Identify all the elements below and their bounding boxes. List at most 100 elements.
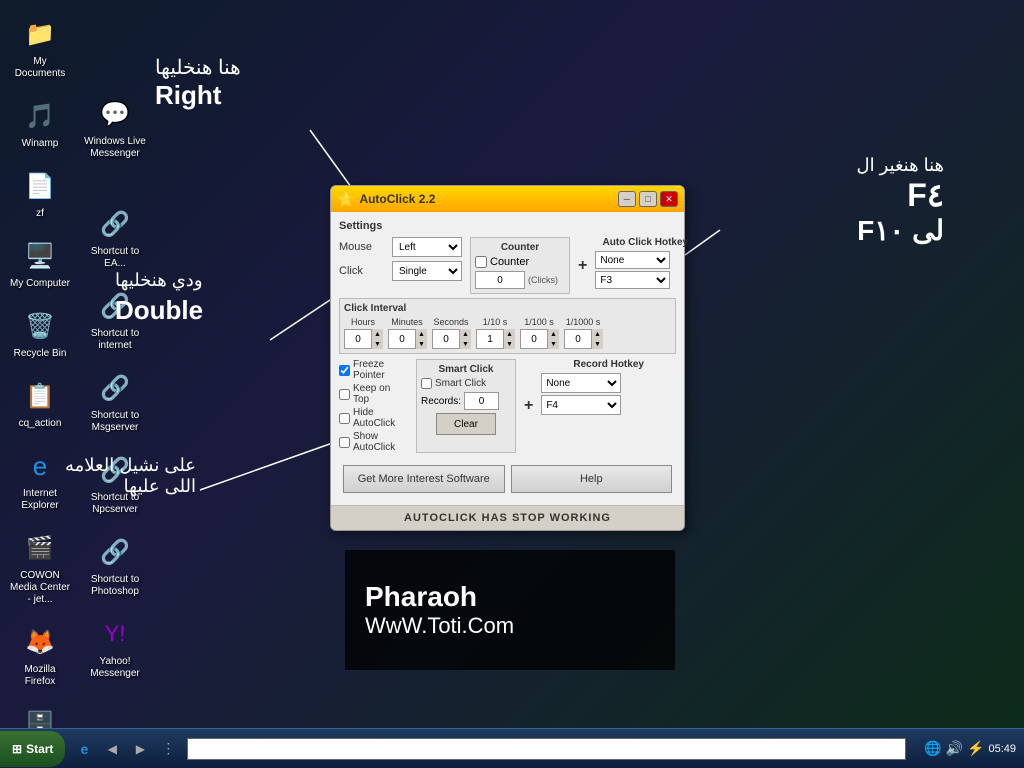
- annotation-check-line2: اللى عليها: [65, 476, 196, 497]
- help-button[interactable]: Help: [511, 465, 673, 493]
- keep-on-top-checkbox[interactable]: [339, 389, 350, 400]
- mouse-select[interactable]: Left: [392, 237, 462, 257]
- annotation-f4-arabic: هنا هنغير ال: [857, 155, 944, 176]
- shortcut-photoshop-icon: 🔗: [95, 532, 135, 572]
- hotkey-select2[interactable]: F3: [595, 271, 670, 289]
- minutes-down[interactable]: ▼: [415, 339, 427, 349]
- seconds-up[interactable]: ▲: [459, 329, 471, 339]
- taskbar-nav-dots[interactable]: ⋮: [154, 735, 182, 763]
- counter-input-row: (Clicks): [475, 271, 565, 289]
- taskbar-address-bar[interactable]: [187, 738, 906, 760]
- record-hotkey-select2[interactable]: F4: [541, 395, 621, 415]
- freeze-pointer-label: Freeze Pointer: [353, 359, 408, 381]
- thousandth-spinner: ▲ ▼: [564, 329, 602, 349]
- icon-navicat[interactable]: 🗄️ Navicat for MySQL: [5, 700, 75, 728]
- stop-working-bar[interactable]: AUTOCLICK HAS STOP WORKING: [331, 505, 684, 530]
- hotkey-select1[interactable]: None: [595, 251, 670, 269]
- seconds-input[interactable]: [433, 330, 459, 348]
- thousandth-label: 1/1000 s: [566, 317, 601, 327]
- close-button[interactable]: ✕: [660, 191, 678, 207]
- interval-cols: Hours ▲ ▼ Minutes: [344, 317, 671, 349]
- counter-unit: (Clicks): [528, 275, 558, 285]
- watermark-url: WwW.Toti.Com: [365, 613, 514, 639]
- get-more-button[interactable]: Get More Interest Software: [343, 465, 505, 493]
- seconds-label: Seconds: [433, 317, 468, 327]
- taskbar-items: e ◀ ▶ ⋮: [65, 735, 916, 763]
- window-body: Settings Mouse Left Click Single: [331, 212, 684, 505]
- icon-shortcut-ea[interactable]: 🔗 Shortcut to EA...: [80, 200, 150, 274]
- hundredth-input[interactable]: [521, 330, 547, 348]
- taskbar-nav-right[interactable]: ▶: [126, 735, 154, 763]
- keep-on-top-row: Keep on Top: [339, 383, 408, 405]
- annotation-check-line1: على نشيل العلامه: [65, 455, 196, 476]
- show-autoclick-checkbox[interactable]: [339, 437, 350, 448]
- icon-firefox[interactable]: 🦊 Mozilla Firefox: [5, 618, 75, 692]
- counter-row: Counter: [475, 256, 565, 268]
- tenth-input[interactable]: [477, 330, 503, 348]
- icon-recycle-bin[interactable]: 🗑️ Recycle Bin: [5, 302, 75, 364]
- window-title-text: AutoClick 2.2: [359, 192, 435, 206]
- click-label: Click: [339, 265, 384, 277]
- hotkey-row2: F3: [595, 271, 695, 289]
- icon-yahoo-messenger[interactable]: Y! Yahoo! Messenger: [80, 610, 150, 684]
- record-hotkey-select1[interactable]: None: [541, 373, 621, 393]
- minimize-button[interactable]: ─: [618, 191, 636, 207]
- thousandth-down[interactable]: ▼: [591, 339, 603, 349]
- icon-shortcut-msgserver[interactable]: 🔗 Shortcut to Msgserver: [80, 364, 150, 438]
- checkboxes-col: Freeze Pointer Keep on Top Hide AutoClic…: [339, 359, 408, 453]
- hours-up[interactable]: ▲: [371, 329, 383, 339]
- hours-input[interactable]: [345, 330, 371, 348]
- shortcut-internet-label: Shortcut to internet: [84, 328, 146, 352]
- hours-spinbtns: ▲ ▼: [371, 329, 383, 349]
- clear-button[interactable]: Clear: [436, 413, 496, 435]
- freeze-pointer-checkbox[interactable]: [339, 365, 350, 376]
- taskbar-ie-button[interactable]: e: [70, 735, 98, 763]
- records-input[interactable]: [464, 392, 499, 410]
- autoclick-title-icon: ⭐: [337, 191, 354, 208]
- thousandth-input[interactable]: [565, 330, 591, 348]
- icon-winamp[interactable]: 🎵 Winamp: [5, 92, 75, 154]
- start-button[interactable]: ⊞ Start: [0, 731, 65, 767]
- minutes-up[interactable]: ▲: [415, 329, 427, 339]
- icon-zf[interactable]: 📄 zf: [5, 162, 75, 224]
- tray-volume-icon[interactable]: 🔊: [946, 740, 963, 757]
- maximize-button[interactable]: □: [639, 191, 657, 207]
- counter-checkbox[interactable]: [475, 256, 487, 268]
- thousandth-up[interactable]: ▲: [591, 329, 603, 339]
- counter-section: Counter Counter (Clicks): [470, 237, 570, 294]
- smart-click-checkbox[interactable]: [421, 378, 432, 389]
- mouse-label: Mouse: [339, 241, 384, 253]
- desktop: 📁 My Documents 🎵 Winamp 📄 zf 🖥️ My Compu…: [0, 0, 1024, 728]
- shortcut-ea-label: Shortcut to EA...: [84, 246, 146, 270]
- seconds-spinbtns: ▲ ▼: [459, 329, 471, 349]
- tray-battery-icon[interactable]: ⚡: [967, 740, 984, 757]
- systray: 🌐 🔊 ⚡ 05:49: [916, 740, 1024, 757]
- annotation-f4-key2: لى F١٠: [857, 214, 944, 247]
- plus-separator: +: [578, 237, 587, 294]
- tray-network-icon[interactable]: 🌐: [924, 740, 941, 757]
- click-select[interactable]: Single: [392, 261, 462, 281]
- taskbar-nav-left[interactable]: ◀: [98, 735, 126, 763]
- icon-my-computer[interactable]: 🖥️ My Computer: [5, 232, 75, 294]
- counter-value-input[interactable]: [475, 271, 525, 289]
- icon-windows-live-messenger[interactable]: 💬 Windows Live Messenger: [80, 90, 150, 164]
- hide-autoclick-checkbox[interactable]: [339, 413, 350, 424]
- shortcut-photoshop-label: Shortcut to Photoshop: [84, 574, 146, 598]
- hours-down[interactable]: ▼: [371, 339, 383, 349]
- zf-icon: 📄: [20, 166, 60, 206]
- seconds-down[interactable]: ▼: [459, 339, 471, 349]
- icon-cowon[interactable]: 🎬 COWON Media Center - jet...: [5, 524, 75, 610]
- hundredth-down[interactable]: ▼: [547, 339, 559, 349]
- hide-autoclick-row: Hide AutoClick: [339, 407, 408, 429]
- taskbar: ⊞ Start e ◀ ▶ ⋮ 🌐 🔊 ⚡ 05:49: [0, 728, 1024, 768]
- tenth-down[interactable]: ▼: [503, 339, 515, 349]
- desktop-icons-col1: 📁 My Documents 🎵 Winamp 📄 zf 🖥️ My Compu…: [5, 10, 75, 728]
- icon-shortcut-photoshop[interactable]: 🔗 Shortcut to Photoshop: [80, 528, 150, 602]
- tenth-up[interactable]: ▲: [503, 329, 515, 339]
- tenth-label: 1/10 s: [483, 317, 508, 327]
- hundredth-up[interactable]: ▲: [547, 329, 559, 339]
- icon-my-documents[interactable]: 📁 My Documents: [5, 10, 75, 84]
- annotation-right-arabic: هنا هنخليها: [155, 55, 241, 80]
- minutes-input[interactable]: [389, 330, 415, 348]
- icon-cq-action[interactable]: 📋 cq_action: [5, 372, 75, 434]
